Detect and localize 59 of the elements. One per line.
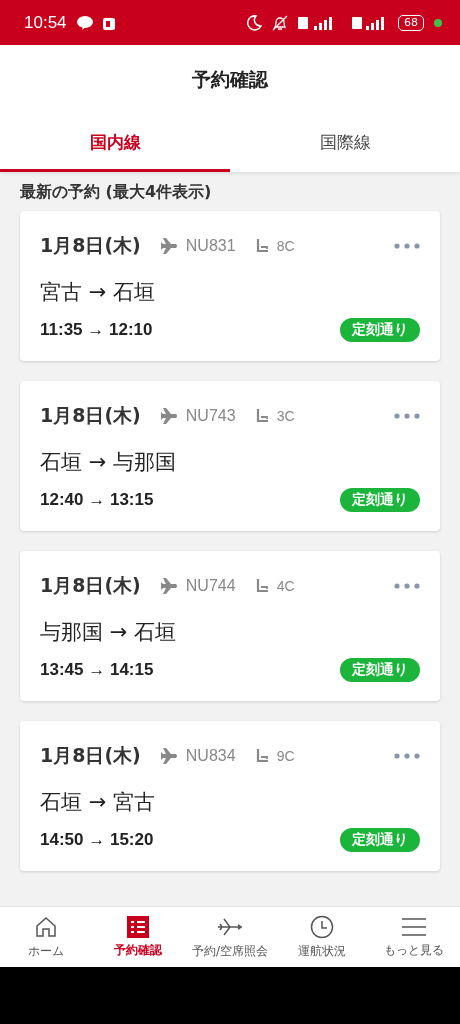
moon-icon	[246, 14, 262, 31]
flight-route: 石垣 → 与那国	[40, 449, 177, 476]
seat-number: 8C	[276, 238, 295, 254]
status-badge: 定刻通り	[340, 318, 420, 342]
more-options-icon[interactable]	[394, 753, 420, 759]
flight-times: 12:40 → 13:15	[40, 490, 154, 510]
checklist-icon	[127, 915, 149, 938]
status-badge: 定刻通り	[340, 658, 420, 682]
flight-date: 1月8日(木)	[40, 573, 141, 598]
flight-times: 11:35 → 12:10	[40, 320, 153, 340]
tab[interactable]: 国際線	[230, 115, 460, 172]
home-icon	[34, 914, 58, 939]
airplane-icon	[160, 578, 178, 594]
seat-icon	[255, 748, 269, 764]
seat-number: 4C	[276, 578, 295, 594]
flight-times: 13:45 → 14:15	[40, 660, 154, 680]
flight-times: 14:50 → 15:20	[40, 830, 154, 850]
flight-route: 与那国 → 石垣	[40, 619, 177, 646]
tab[interactable]: 国内線	[0, 115, 230, 172]
status-badge: 定刻通り	[340, 488, 420, 512]
airplane-icon	[160, 748, 178, 764]
more-options-icon[interactable]	[394, 243, 420, 249]
airplane-icon	[160, 408, 178, 424]
status-dot	[434, 18, 442, 27]
menu-icon	[402, 915, 426, 938]
flight-number: NU744	[185, 577, 236, 595]
nav-item[interactable]: ホーム	[0, 907, 92, 967]
flight-date: 1月8日(木)	[40, 403, 141, 428]
seat-number: 9C	[276, 748, 295, 764]
nav-item[interactable]: 予約確認	[92, 907, 184, 967]
airplane-icon	[160, 238, 178, 254]
reservation-card[interactable]: 1月8日(木) NU744 4C 与那国 → 石垣 13:45 → 14:15 定刻通り	[20, 551, 440, 701]
status-time: 10:54	[24, 12, 67, 33]
flight-date: 1月8日(木)	[40, 743, 141, 768]
page-title: 予約確認	[192, 67, 268, 92]
bell-muted-icon	[272, 14, 288, 31]
reservation-card[interactable]: 1月8日(木) NU743 3C 石垣 → 与那国 12:40 → 13:15 定刻通り	[20, 381, 440, 531]
seat-icon	[255, 578, 269, 594]
status-badge: 定刻通り	[340, 828, 420, 852]
flight-number: NU743	[185, 407, 236, 425]
flight-route: 宮古 → 石垣	[40, 279, 156, 306]
flight-route: 石垣 → 宮古	[40, 789, 156, 816]
reservation-card[interactable]: 1月8日(木) NU834 9C 石垣 → 宮古 14:50 → 15:20 定刻通り	[20, 721, 440, 871]
more-options-icon[interactable]	[394, 583, 420, 589]
flight-date: 1月8日(木)	[40, 233, 141, 258]
clock-icon	[310, 914, 334, 939]
nav-item[interactable]: 運航状況	[276, 907, 368, 967]
flight-number: NU831	[185, 237, 236, 255]
more-options-icon[interactable]	[394, 413, 420, 419]
reservation-card[interactable]: 1月8日(木) NU831 8C 宮古 → 石垣 11:35 → 12:10 定刻通り	[20, 211, 440, 361]
section-title: 最新の予約 (最大4件表示)	[19, 181, 213, 203]
battery-level: 68	[398, 14, 424, 31]
nav-item[interactable]: もっと見る	[368, 907, 460, 967]
chat-bubble-icon	[76, 15, 93, 30]
flight-number: NU834	[185, 747, 236, 765]
seat-number: 3C	[276, 408, 295, 424]
seat-icon	[255, 408, 269, 424]
nav-item[interactable]: 予約/空席照会	[184, 907, 276, 967]
seat-icon	[255, 238, 269, 254]
